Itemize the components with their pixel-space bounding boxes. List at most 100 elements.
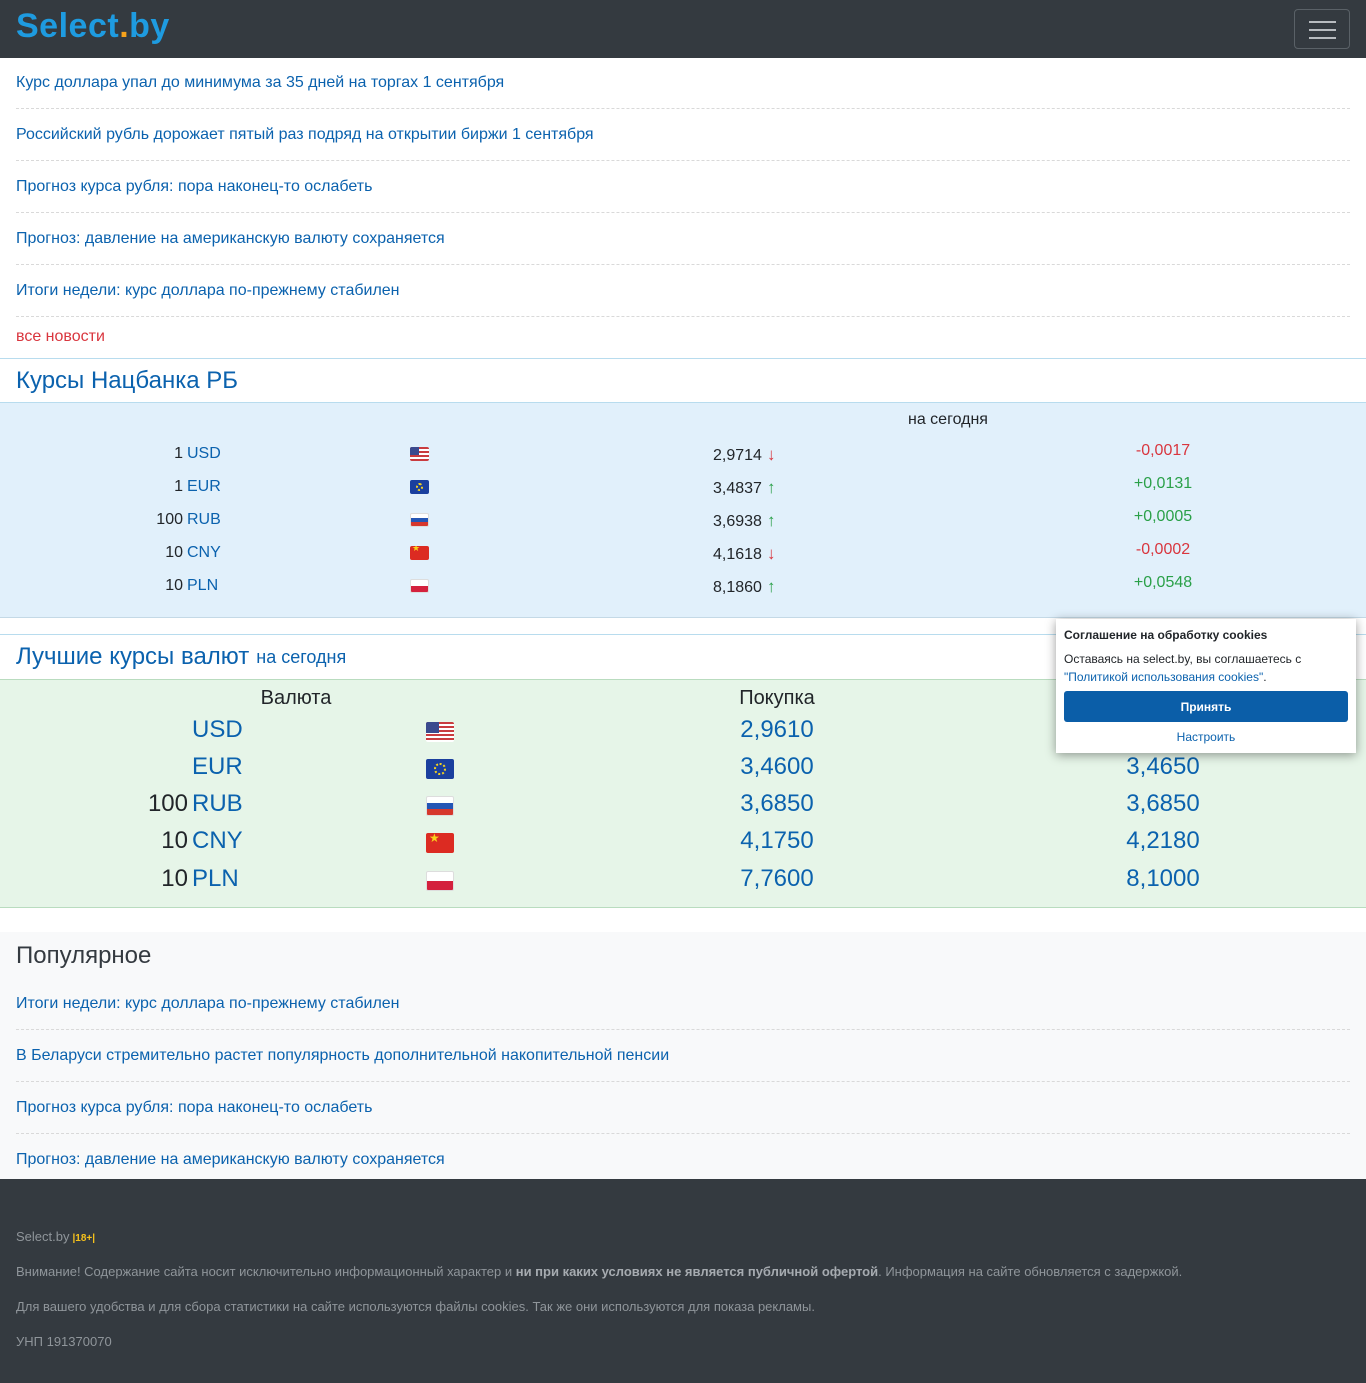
cookie-consent-popup: Соглашение на обработку cookies Оставаяс… <box>1056 619 1356 753</box>
buy-rate-link[interactable]: 7,7600 <box>740 865 813 893</box>
age-badge: |18+| <box>72 1233 96 1244</box>
cn-flag-icon <box>426 833 454 853</box>
rate-change: +0,0005 <box>1133 508 1193 525</box>
table-row: 10 PLN 7,7600 8,1000 <box>0 865 1366 902</box>
popular-title: Популярное <box>16 942 152 969</box>
footer-site-name: Select.by <box>16 1229 70 1244</box>
sell-rate-link[interactable]: 3,4650 <box>1126 753 1199 781</box>
cookie-policy-link[interactable]: "Политикой использования cookies" <box>1064 670 1263 684</box>
nbrb-section-header: Курсы Нацбанка РБ <box>0 358 1366 403</box>
site-logo[interactable]: Select.by <box>16 7 170 46</box>
best-rates-title: Лучшие курсы валют <box>16 643 250 670</box>
list-item: В Беларуси стремительно растет популярно… <box>16 1030 1350 1082</box>
cookie-popup-title: Соглашение на обработку cookies <box>1064 628 1268 642</box>
currency-scale: 1 <box>174 445 183 462</box>
table-row: 1 USD 2,9714 ↓ -0,0017 <box>0 442 1366 478</box>
hamburger-icon <box>1309 21 1336 23</box>
rate-value: 3,4837 <box>713 480 762 497</box>
currency-code-link[interactable]: CNY <box>187 544 221 562</box>
news-link[interactable]: Прогноз: давление на американскую валюту… <box>16 230 445 248</box>
footer-cookies-note: Для вашего удобства и для сбора статисти… <box>16 1299 815 1314</box>
all-news-link[interactable]: все новости <box>16 317 1350 358</box>
eu-flag-icon <box>426 759 454 779</box>
currency-code-link[interactable]: EUR <box>192 753 243 781</box>
rate-change: -0,0002 <box>1135 541 1191 558</box>
footer-warning: Внимание! Содержание сайта носит исключи… <box>16 1264 1183 1279</box>
currency-scale: 10 <box>161 865 188 892</box>
popular-section: Популярное Итоги недели: курс доллара по… <box>0 932 1366 1179</box>
column-header-buy: Покупка <box>739 687 815 709</box>
pl-flag-icon <box>410 579 429 593</box>
nbrb-title: Курсы Нацбанка РБ <box>16 366 238 394</box>
currency-code-link[interactable]: USD <box>192 716 243 744</box>
arrow-down-icon: ↓ <box>766 445 776 464</box>
list-item: Итоги недели: курс доллара по-прежнему с… <box>16 978 1350 1030</box>
menu-toggle-button[interactable] <box>1294 9 1350 49</box>
list-item: Прогноз курса рубля: пора наконец-то осл… <box>16 161 1350 213</box>
popular-link[interactable]: Итоги недели: курс доллара по-прежнему с… <box>16 995 400 1013</box>
sell-rate-link[interactable]: 3,6850 <box>1126 790 1199 818</box>
logo-dot: . <box>119 7 130 45</box>
list-item: Прогноз: давление на американскую валюту… <box>16 213 1350 265</box>
arrow-up-icon: ↑ <box>766 577 776 596</box>
popular-link[interactable]: Прогноз: давление на американскую валюту… <box>16 1151 445 1169</box>
list-item: Курс доллара упал до минимума за 35 дней… <box>16 58 1350 109</box>
sell-rate-link[interactable]: 8,1000 <box>1126 865 1199 893</box>
table-row: 1 EUR 3,4837 ↑ +0,0131 <box>0 475 1366 511</box>
footer-unp: УНП 191370070 <box>16 1334 112 1349</box>
table-row: 10 CNY 4,1750 4,2180 <box>0 827 1366 864</box>
buy-rate-link[interactable]: 3,4600 <box>740 753 813 781</box>
list-item: Российский рубль дорожает пятый раз подр… <box>16 109 1350 161</box>
popular-link[interactable]: В Беларуси стремительно растет популярно… <box>16 1047 669 1065</box>
currency-scale: 100 <box>147 790 188 817</box>
footer: Select.by |18+| Внимание! Содержание сайт… <box>0 1179 1366 1383</box>
rate-change: +0,0131 <box>1133 475 1193 492</box>
currency-code-link[interactable]: PLN <box>187 577 218 595</box>
cn-flag-icon <box>410 546 429 560</box>
popular-link[interactable]: Прогноз курса рубля: пора наконец-то осл… <box>16 1099 372 1117</box>
cookie-popup-text: Оставаясь на select.by, вы соглашаетесь … <box>1064 652 1302 684</box>
sell-rate-link[interactable]: 4,2180 <box>1126 827 1199 855</box>
rate-value: 2,9714 <box>713 447 762 464</box>
best-rates-subtitle: на сегодня <box>256 646 347 667</box>
news-link[interactable]: Итоги недели: курс доллара по-прежнему с… <box>16 282 400 300</box>
table-row: 10 CNY 4,1618↓ -0,0002 <box>0 541 1366 577</box>
buy-rate-link[interactable]: 3,6850 <box>740 790 813 818</box>
cookie-settings-link[interactable]: Настроить <box>1064 730 1348 744</box>
ru-flag-icon <box>410 513 429 527</box>
us-flag-icon <box>426 722 454 742</box>
currency-code-link[interactable]: USD <box>187 445 221 463</box>
table-row: 10 PLN 8,1860 ↑ +0,0548 <box>0 574 1366 610</box>
currency-code-link[interactable]: PLN <box>192 865 239 893</box>
currency-code-link[interactable]: RUB <box>192 790 243 818</box>
buy-rate-link[interactable]: 4,1750 <box>740 827 813 855</box>
currency-code-link[interactable]: EUR <box>187 478 221 496</box>
news-list: Курс доллара упал до минимума за 35 дней… <box>0 58 1366 358</box>
accept-cookies-button[interactable]: Принять <box>1064 691 1348 722</box>
rate-value: 3,6938 <box>713 513 762 530</box>
buy-rate-link[interactable]: 2,9610 <box>740 716 813 744</box>
navbar: Select.by <box>0 0 1366 58</box>
footer-site: Select.by |18+| <box>16 1229 95 1244</box>
currency-scale: 10 <box>161 827 188 854</box>
news-link[interactable]: Российский рубль дорожает пятый раз подр… <box>16 126 594 144</box>
currency-code-link[interactable]: RUB <box>187 511 221 529</box>
news-link[interactable]: Прогноз курса рубля: пора наконец-то осл… <box>16 178 372 196</box>
list-item: Итоги недели: курс доллара по-прежнему с… <box>16 265 1350 317</box>
nbrb-column-header: на сегодня <box>908 411 988 428</box>
table-row: 100 RUB 3,6938 ↑ +0,0005 <box>0 508 1366 544</box>
table-row: EUR 3,4600 3,4650 <box>0 753 1366 790</box>
logo-text-select: Select <box>16 7 120 45</box>
table-row: 100 RUB 3,6850 3,6850 <box>0 790 1366 827</box>
eu-flag-icon <box>410 480 429 494</box>
arrow-down-icon: ↓ <box>766 544 776 563</box>
footer-warning-bold: ни при каких условиях не является публич… <box>515 1264 879 1279</box>
currency-scale: 1 <box>174 478 183 495</box>
logo-text-by: by <box>129 7 170 45</box>
currency-scale: 10 <box>165 577 183 594</box>
currency-code-link[interactable]: CNY <box>192 827 243 855</box>
arrow-up-icon: ↑ <box>766 511 776 530</box>
currency-scale: 10 <box>165 544 183 561</box>
ru-flag-icon <box>426 796 454 816</box>
news-link[interactable]: Курс доллара упал до минимума за 35 дней… <box>16 74 504 92</box>
